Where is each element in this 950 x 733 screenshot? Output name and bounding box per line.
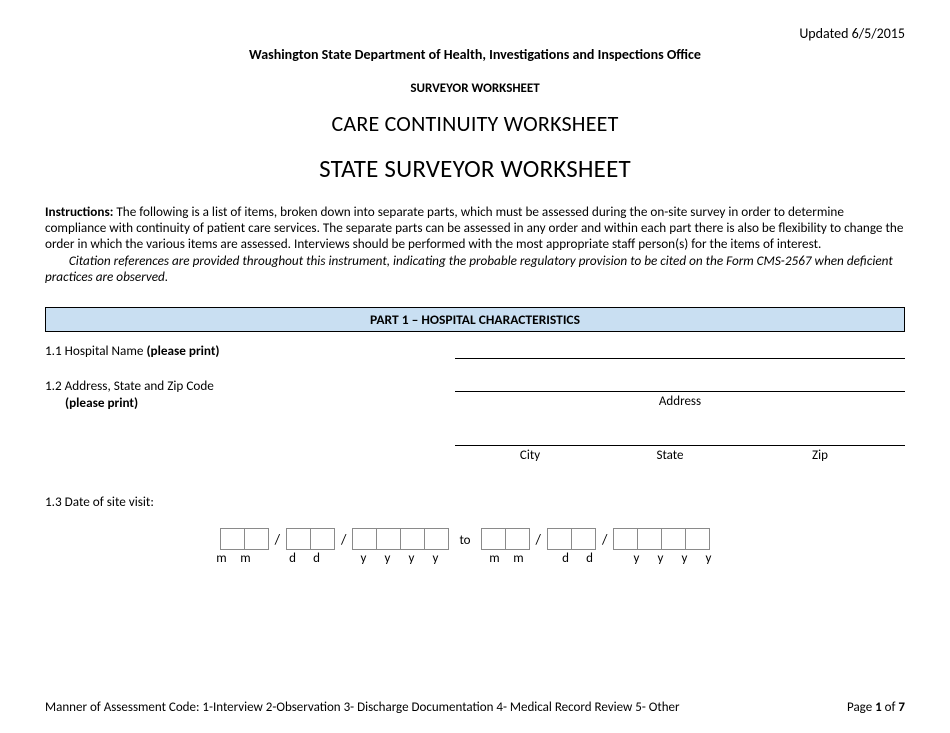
- date-cell[interactable]: [220, 528, 245, 550]
- citation-indent: [45, 252, 69, 269]
- date-separator: /: [536, 531, 541, 550]
- date-cell[interactable]: [637, 528, 662, 550]
- date-entry-row: / / to / /: [25, 528, 905, 550]
- date-y-label: y: [351, 551, 376, 566]
- hospital-name-input-line[interactable]: [455, 344, 905, 359]
- citation-text: Citation references are provided through…: [45, 252, 893, 285]
- end-yyyy-group: [613, 528, 710, 550]
- date-cell[interactable]: [310, 528, 335, 550]
- date-cell[interactable]: [613, 528, 638, 550]
- date-y-label: y: [624, 551, 649, 566]
- city-input-line[interactable]: [455, 431, 605, 446]
- surveyor-worksheet-label: SURVEYOR WORKSHEET: [45, 81, 905, 96]
- end-mm-group: [481, 528, 530, 550]
- date-cell[interactable]: [505, 528, 530, 550]
- date-cell[interactable]: [571, 528, 596, 550]
- date-cell[interactable]: [244, 528, 269, 550]
- state-surveyor-title: STATE SURVEYOR WORKSHEET: [45, 153, 905, 184]
- date-cell[interactable]: [547, 528, 572, 550]
- care-continuity-title: CARE CONTINUITY WORKSHEET: [45, 110, 905, 137]
- date-cell[interactable]: [352, 528, 377, 550]
- page-current: 1: [875, 700, 882, 715]
- date-m-label: m: [209, 551, 234, 566]
- date-m-label: m: [482, 551, 507, 566]
- date-y-label: y: [399, 551, 424, 566]
- state-input-line[interactable]: [605, 431, 735, 446]
- date-d-label: d: [304, 551, 329, 566]
- date-cell[interactable]: [685, 528, 710, 550]
- field-1-1-label: 1.1 Hospital Name (please print): [45, 342, 455, 359]
- instructions-body: The following is a list of items, broken…: [45, 203, 903, 252]
- page-total: 7: [898, 700, 905, 715]
- date-y-label: y: [648, 551, 673, 566]
- page-footer: Manner of Assessment Code: 1-Interview 2…: [45, 700, 905, 715]
- updated-date: Updated 6/5/2015: [45, 25, 905, 42]
- field-1-2-print: (please print): [65, 394, 138, 411]
- page-of: of: [882, 700, 899, 715]
- start-mm-group: [220, 528, 269, 550]
- document-page: Updated 6/5/2015 Washington State Depart…: [0, 0, 950, 733]
- zip-label: Zip: [735, 448, 905, 463]
- date-cell[interactable]: [661, 528, 686, 550]
- date-d-label: d: [553, 551, 578, 566]
- state-label: State: [605, 448, 735, 463]
- date-to-label: to: [455, 533, 474, 550]
- date-cell[interactable]: [376, 528, 401, 550]
- date-y-label: y: [672, 551, 697, 566]
- date-label-row: m m d d y y y y m m d d y y y y: [25, 551, 905, 566]
- date-m-label: m: [506, 551, 531, 566]
- assessment-code-legend: Manner of Assessment Code: 1-Interview 2…: [45, 700, 680, 715]
- date-m-label: m: [233, 551, 258, 566]
- date-cell[interactable]: [481, 528, 506, 550]
- date-d-label: d: [577, 551, 602, 566]
- date-separator: /: [275, 531, 280, 550]
- address-label: Address: [455, 394, 905, 409]
- part-1-header: PART 1 – HOSPITAL CHARACTERISTICS: [45, 307, 905, 332]
- field-1-3-label: 1.3 Date of site visit:: [45, 493, 905, 510]
- city-state-zip-row: [455, 431, 905, 446]
- page-number: Page 1 of 7: [847, 700, 905, 715]
- date-cell[interactable]: [286, 528, 311, 550]
- date-d-label: d: [280, 551, 305, 566]
- zip-input-line[interactable]: [735, 431, 905, 446]
- start-yyyy-group: [352, 528, 449, 550]
- address-block: Address City State Zip: [455, 377, 905, 463]
- city-state-zip-labels: City State Zip: [455, 448, 905, 463]
- date-separator: /: [341, 531, 346, 550]
- date-y-label: y: [375, 551, 400, 566]
- start-dd-group: [286, 528, 335, 550]
- date-y-label: y: [696, 551, 721, 566]
- citation-paragraph: Citation references are provided through…: [45, 253, 905, 285]
- date-y-label: y: [423, 551, 448, 566]
- city-label: City: [455, 448, 605, 463]
- instructions-label: Instructions:: [45, 203, 113, 220]
- field-1-1-row: 1.1 Hospital Name (please print): [45, 342, 905, 359]
- field-1-2-row: 1.2 Address, State and Zip Code (please …: [45, 377, 905, 463]
- date-cell[interactable]: [400, 528, 425, 550]
- date-cell[interactable]: [424, 528, 449, 550]
- field-1-1-number: 1.1 Hospital Name: [45, 342, 146, 359]
- end-dd-group: [547, 528, 596, 550]
- date-separator: /: [602, 531, 607, 550]
- address-input-line[interactable]: [455, 377, 905, 392]
- field-1-1-print: (please print): [146, 342, 219, 359]
- page-prefix: Page: [847, 700, 875, 715]
- field-1-2-label: 1.2 Address, State and Zip Code (please …: [45, 377, 455, 411]
- department-header: Washington State Department of Health, I…: [45, 46, 905, 63]
- field-1-2-number: 1.2 Address, State and Zip Code: [45, 377, 455, 394]
- instructions-paragraph: Instructions: The following is a list of…: [45, 204, 905, 252]
